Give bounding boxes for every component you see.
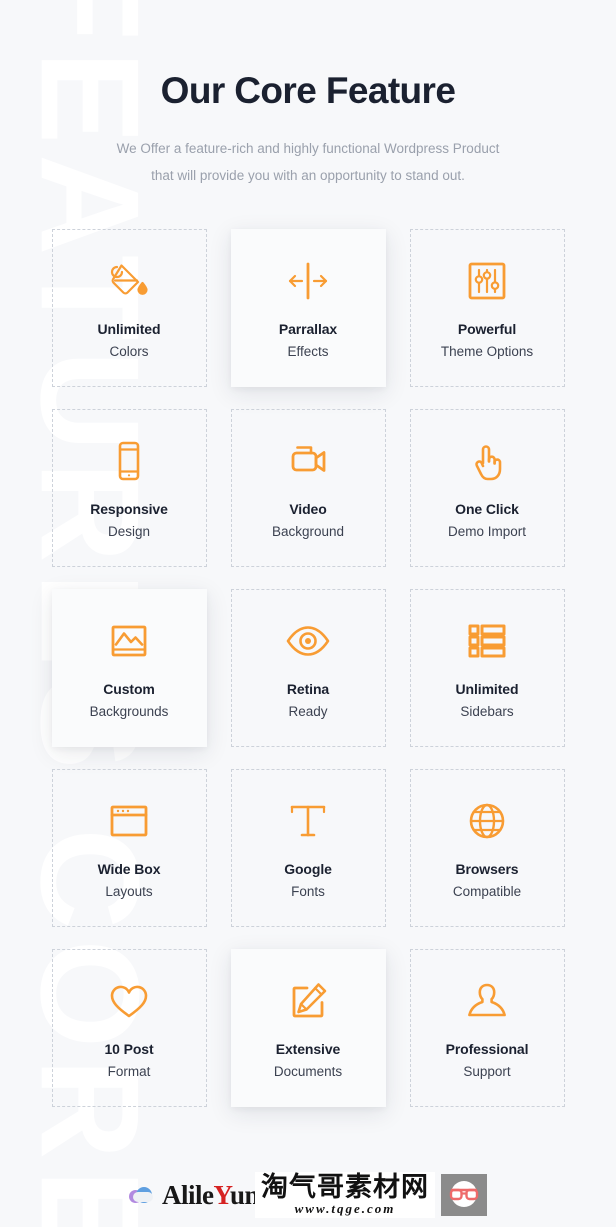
feature-card-subtitle: Backgrounds — [89, 704, 169, 720]
feature-card-title: Custom — [103, 681, 155, 698]
feature-card-extensive-13[interactable]: Extensive Documents — [230, 948, 386, 1107]
feature-card-subtitle: Design — [107, 524, 151, 540]
feature-card-title: Video — [289, 501, 327, 518]
feature-card-title: Browsers — [455, 861, 519, 878]
user-person-icon — [463, 974, 511, 1028]
feature-card-subtitle: Background — [271, 524, 345, 540]
feature-card-title: Unlimited — [97, 321, 161, 338]
feature-card-title: Wide Box — [97, 861, 161, 878]
heart-icon — [105, 974, 153, 1028]
typography-t-icon — [284, 794, 332, 848]
feature-card-title: Parrallax — [278, 321, 338, 338]
feature-card-subtitle: Format — [107, 1064, 151, 1080]
feature-card-subtitle: Effects — [287, 344, 329, 360]
feature-card-custom-6[interactable]: Custom Backgrounds — [51, 588, 207, 747]
footer-brand: AlileYun 淘气哥素材网 www.tqge.com — [128, 1172, 488, 1218]
browser-window-icon — [105, 794, 153, 848]
feature-card-powerful-2[interactable]: Powerful Theme Options — [409, 228, 565, 387]
feature-card-title: Retina — [286, 681, 330, 698]
feature-card-title: Powerful — [457, 321, 517, 338]
image-picture-icon — [105, 614, 153, 668]
feature-card-subtitle: Documents — [273, 1064, 343, 1080]
glasses-badge-icon — [441, 1174, 488, 1216]
feature-card-video-4[interactable]: Video Background — [230, 408, 386, 567]
feature-card-professional-14[interactable]: Professional Support — [409, 948, 565, 1107]
feature-card-parrallax-1[interactable]: Parrallax Effects — [230, 228, 386, 387]
brand-name-prefix: Alile — [161, 1179, 214, 1210]
site-watermark: 淘气哥素材网 www.tqge.com — [255, 1172, 488, 1218]
footer-bar: AlileYun 淘气哥素材网 www.tqge.com — [0, 1163, 616, 1227]
page-root: Our Core Feature We Offer a feature-rich… — [0, 0, 616, 1107]
mobile-phone-icon — [105, 434, 153, 488]
feature-card-subtitle: Fonts — [291, 884, 325, 900]
feature-card-title: Unlimited — [455, 681, 519, 698]
sliders-icon — [463, 254, 511, 308]
feature-card-subtitle: Ready — [288, 704, 328, 720]
feature-card-wide-box-9[interactable]: Wide Box Layouts — [51, 768, 207, 927]
site-watermark-cn: 淘气哥素材网 — [261, 1172, 430, 1203]
paint-bucket-icon — [105, 254, 153, 308]
globe-icon — [463, 794, 511, 848]
feature-card-title: Professional — [445, 1041, 529, 1058]
feature-card-subtitle: Sidebars — [460, 704, 514, 720]
feature-grid: Unlimited Colors Parrallax Effects Powerful T… — [51, 228, 565, 1107]
page-title: Our Core Feature — [160, 70, 456, 111]
feature-card-one-click-5[interactable]: One Click Demo Import — [409, 408, 565, 567]
feature-card-title: One Click — [455, 501, 519, 518]
feature-card-subtitle: Compatible — [452, 884, 522, 900]
feature-card-subtitle: Theme Options — [440, 344, 534, 360]
feature-card-browsers-11[interactable]: Browsers Compatible — [409, 768, 565, 927]
feature-card-responsive-3[interactable]: Responsive Design — [51, 408, 207, 567]
pointing-hand-icon — [463, 434, 511, 488]
eye-icon — [284, 614, 332, 668]
site-watermark-url: www.tqge.com — [294, 1201, 396, 1216]
feature-card-title: Google — [284, 861, 332, 878]
page-subtitle: We Offer a feature-rich and highly funct… — [40, 135, 576, 189]
page-subtitle-line-1: We Offer a feature-rich and highly funct… — [116, 140, 500, 156]
list-layout-icon — [463, 614, 511, 668]
video-camera-icon — [284, 434, 332, 488]
feature-card-subtitle: Support — [463, 1064, 511, 1080]
feature-card-subtitle: Layouts — [105, 884, 153, 900]
cloud-logo-icon — [128, 1186, 155, 1204]
feature-card-unlimited-8[interactable]: Unlimited Sidebars — [409, 588, 565, 747]
feature-card-title: Responsive — [90, 501, 168, 518]
section-header: Our Core Feature We Offer a feature-rich… — [0, 70, 616, 189]
feature-card-10-post-12[interactable]: 10 Post Format — [51, 948, 207, 1107]
brand-name-accent: Y — [213, 1179, 230, 1210]
page-subtitle-line-2: that will provide you with an opportunit… — [151, 167, 465, 183]
edit-pencil-icon — [284, 974, 332, 1028]
brand-name: AlileYun — [161, 1179, 260, 1211]
site-watermark-block: 淘气哥素材网 www.tqge.com — [255, 1172, 436, 1218]
feature-card-title: 10 Post — [104, 1041, 154, 1058]
feature-card-google-10[interactable]: Google Fonts — [230, 768, 386, 927]
feature-card-subtitle: Demo Import — [447, 524, 527, 540]
feature-card-unlimited-0[interactable]: Unlimited Colors — [51, 228, 207, 387]
parallax-arrows-icon — [284, 254, 332, 308]
feature-card-retina-7[interactable]: Retina Ready — [230, 588, 386, 747]
feature-card-title: Extensive — [275, 1041, 341, 1058]
feature-card-subtitle: Colors — [109, 344, 149, 360]
